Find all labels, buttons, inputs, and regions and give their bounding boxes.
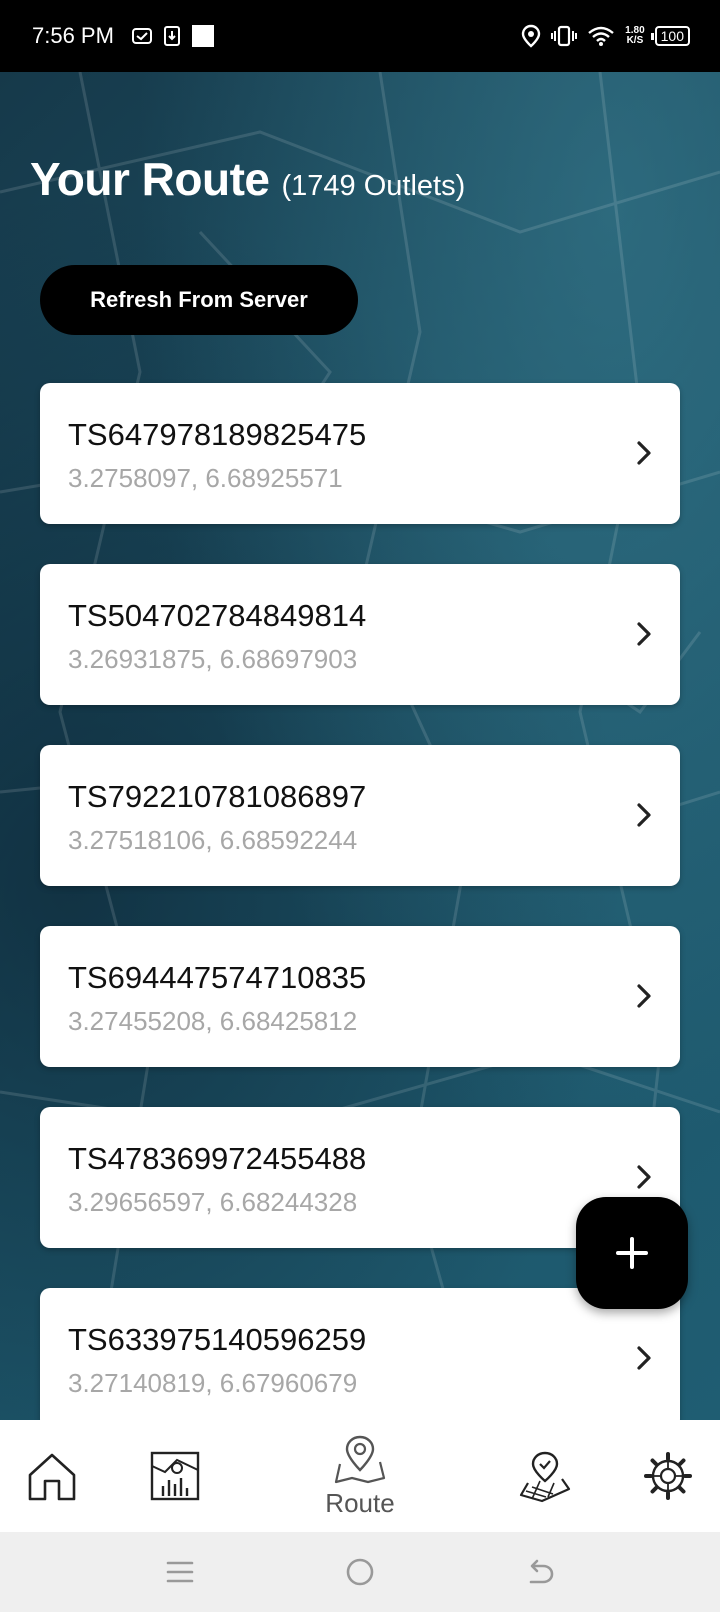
chevron-right-icon — [637, 803, 651, 827]
gear-icon — [644, 1452, 692, 1500]
back-icon[interactable] — [520, 1552, 560, 1592]
chevron-right-icon — [637, 441, 651, 465]
location-icon — [521, 24, 541, 48]
outlet-count: (1749 Outlets) — [281, 170, 466, 202]
page-title: Your Route — [30, 153, 270, 205]
net-speed: 1.80 K/S — [625, 26, 644, 46]
battery-level: 100 — [660, 28, 684, 44]
chevron-right-icon — [637, 622, 651, 646]
wifi-icon — [587, 25, 615, 47]
plus-icon — [616, 1237, 648, 1269]
route-screen: Your Route (1749 Outlets) Refresh From S… — [0, 72, 720, 1420]
outlet-card[interactable]: TS647978189825475 3.2758097, 6.68925571 — [40, 383, 680, 524]
chevron-right-icon — [637, 1346, 651, 1370]
outlet-id: TS694447574710835 — [68, 960, 367, 995]
map-report-icon — [150, 1451, 200, 1501]
outlet-card[interactable]: TS694447574710835 3.27455208, 6.68425812 — [40, 926, 680, 1067]
bottom-nav: Route — [0, 1420, 720, 1532]
outlet-card[interactable]: TS633975140596259 3.27140819, 6.67960679 — [40, 1288, 680, 1420]
square-icon — [191, 25, 214, 47]
outlet-card[interactable]: TS504702784849814 3.26931875, 6.68697903 — [40, 564, 680, 705]
status-time: 7:56 PM — [32, 23, 114, 48]
outlet-id: TS504702784849814 — [68, 598, 367, 633]
system-nav-bar — [0, 1532, 720, 1612]
outlet-coords: 3.27455208, 6.68425812 — [68, 1006, 358, 1036]
download-icon — [163, 26, 180, 46]
nav-route[interactable]: Route — [300, 1420, 420, 1532]
outlet-id: TS633975140596259 — [68, 1322, 367, 1357]
outlet-coords: 3.27140819, 6.67960679 — [68, 1368, 358, 1398]
status-bar: 7:56 PM 1.80 K/S 100 — [0, 0, 720, 72]
chevron-right-icon — [637, 984, 651, 1008]
menu-icon[interactable] — [160, 1552, 200, 1592]
nav-settings[interactable] — [642, 1420, 694, 1532]
home-circle-icon[interactable] — [340, 1552, 380, 1592]
route-pin-icon — [334, 1435, 386, 1483]
outlet-id: TS647978189825475 — [68, 417, 367, 452]
battery-icon: 100 — [650, 26, 690, 46]
nav-visits[interactable] — [516, 1420, 574, 1532]
nav-reports[interactable] — [138, 1420, 212, 1532]
outlet-id: TS478369972455488 — [68, 1141, 367, 1176]
nav-route-label: Route — [325, 1487, 395, 1518]
outlet-coords: 3.29656597, 6.68244328 — [68, 1187, 358, 1217]
net-speed-unit: K/S — [626, 35, 644, 46]
outlet-coords: 3.26931875, 6.68697903 — [68, 644, 358, 674]
nav-home[interactable] — [18, 1420, 86, 1532]
page-header: Your Route (1749 Outlets) — [30, 152, 465, 206]
outlet-coords: 3.2758097, 6.68925571 — [68, 463, 343, 493]
chevron-right-icon — [637, 1165, 651, 1189]
message-icon — [131, 27, 152, 45]
refresh-from-server-button[interactable]: Refresh From Server — [40, 265, 358, 335]
vibrate-icon — [551, 25, 578, 47]
outlet-coords: 3.27518106, 6.68592244 — [68, 825, 358, 855]
outlet-id: TS792210781086897 — [68, 779, 367, 814]
home-icon — [28, 1453, 76, 1501]
outlet-card[interactable]: TS792210781086897 3.27518106, 6.68592244 — [40, 745, 680, 886]
map-check-icon — [519, 1451, 571, 1503]
add-outlet-button[interactable] — [576, 1197, 688, 1309]
